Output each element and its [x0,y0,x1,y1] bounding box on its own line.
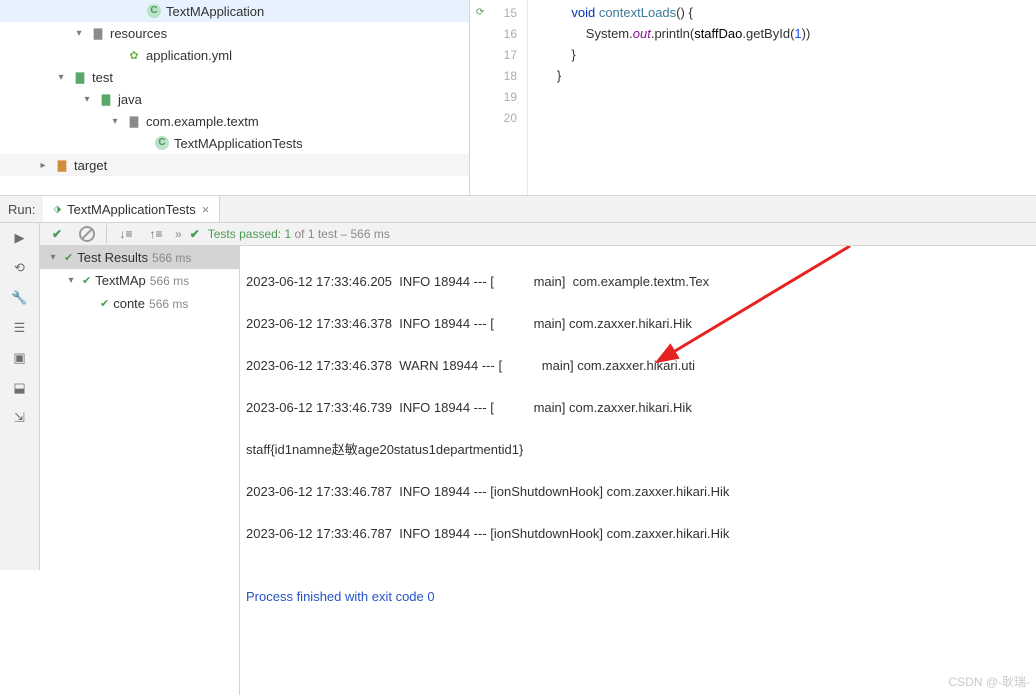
layout-icon[interactable]: ☰ [11,319,29,337]
run-label: Run: [0,202,43,217]
test-class-node[interactable]: ▾✔ TextMAp566 ms [40,269,239,292]
run-tool-header: Run: ⬗ TextMApplicationTests × [0,195,1036,223]
tree-label: resources [110,26,167,41]
sort-icon[interactable]: ↓≡ [115,223,137,245]
close-icon[interactable]: × [202,202,210,217]
test-toolbar: ✔ ↓≡ ↑≡ » ✔ Tests passed: 1 of 1 test – … [40,223,1036,246]
export-icon[interactable]: ⬓ [11,379,29,397]
class-icon: C [147,4,161,18]
test-results-root[interactable]: ▾✔ Test Results566 ms [40,246,239,269]
code-content[interactable]: void contextLoads() { System.out.println… [528,0,1036,195]
project-tree[interactable]: C TextMApplication ▾ ▇ resources ✿ applic… [0,0,470,195]
run-tab[interactable]: ⬗ TextMApplicationTests × [43,196,220,222]
folder-resources[interactable]: ▾ ▇ resources [0,22,469,44]
class-icon: C [155,136,169,150]
run-tab-label: TextMApplicationTests [67,202,196,217]
pin-icon[interactable]: ⇲ [11,409,29,427]
folder-test[interactable]: ▾ ▇ test [0,66,469,88]
code-editor[interactable]: ⟳15 16 17 18 19 20 void contextLoads() {… [470,0,1036,195]
log-line: staff{id1namne赵敏age20status1departmentid… [246,439,1030,460]
wrench-icon[interactable]: 🔧 [11,289,29,307]
rerun-icon[interactable]: ▶ [11,229,29,247]
chevron-down-icon[interactable]: ▾ [54,72,68,83]
log-line: 2023-06-12 17:33:46.205 INFO 18944 --- [… [246,271,1030,292]
run-config-icon: ⬗ [53,204,61,215]
folder-package[interactable]: ▾ ▇ com.example.textm [0,110,469,132]
file-textmapplicationtests[interactable]: C TextMApplicationTests [0,132,469,154]
folder-java[interactable]: ▾ ▇ java [0,88,469,110]
file-application-yml[interactable]: ✿ application.yml [0,44,469,66]
sort-icon-2[interactable]: ↑≡ [145,223,167,245]
tree-label: TextMApplication [166,4,264,19]
toggle-auto-icon[interactable]: ⟲ [11,259,29,277]
folder-target[interactable]: ▸ ▇ target [0,154,469,176]
show-ignored-icon[interactable] [76,223,98,245]
folder-icon: ▇ [90,25,106,41]
chevron-down-icon[interactable]: ▾ [80,94,94,105]
tree-label: test [92,70,113,85]
tree-label: application.yml [146,48,232,63]
camera-icon[interactable]: ▣ [11,349,29,367]
console-output[interactable]: 2023-06-12 17:33:46.205 INFO 18944 --- [… [240,246,1036,695]
editor-gutter: ⟳15 16 17 18 19 20 [470,0,528,195]
watermark: CSDN @-耿瑞- [948,672,1030,693]
log-line: 2023-06-12 17:33:46.787 INFO 18944 --- [… [246,523,1030,544]
folder-icon: ▇ [54,157,70,173]
folder-icon: ▇ [126,113,142,129]
chevron-down-icon[interactable]: ▾ [46,252,60,263]
test-method-node[interactable]: ✔ conte566 ms [40,292,239,315]
log-line: 2023-06-12 17:33:46.378 WARN 18944 --- [… [246,355,1030,376]
tests-summary: Tests passed: 1 [208,227,291,241]
chevron-right-icon[interactable]: ▸ [36,160,50,171]
file-textmapplication[interactable]: C TextMApplication [0,0,469,22]
folder-icon: ▇ [98,91,114,107]
chevron-down-icon[interactable]: ▾ [108,116,122,127]
tree-label: java [118,92,142,107]
test-pass-icon: ✔ [82,274,91,287]
tests-passed-icon: ✔ [190,227,200,241]
folder-icon: ▇ [72,69,88,85]
run-gutter-icon[interactable]: ⟳ [476,7,484,18]
run-sidebar: ▶ ⟲ 🔧 ☰ ▣ ⬓ ⇲ [0,223,40,570]
chevron-down-icon[interactable]: ▾ [64,275,78,286]
log-line-exit: Process finished with exit code 0 [246,586,1030,607]
test-pass-icon: ✔ [100,297,109,310]
test-results-tree[interactable]: ▾✔ Test Results566 ms ▾✔ TextMAp566 ms ✔… [40,246,240,695]
test-pass-icon: ✔ [64,251,73,264]
raquo: » [175,227,182,241]
tests-summary-dim: of 1 test – 566 ms [291,227,390,241]
show-passed-icon[interactable]: ✔ [46,223,68,245]
log-line: 2023-06-12 17:33:46.378 INFO 18944 --- [… [246,313,1030,334]
tree-label: TextMApplicationTests [174,136,303,151]
spring-icon: ✿ [126,47,142,63]
chevron-down-icon[interactable]: ▾ [72,28,86,39]
tree-label: com.example.textm [146,114,259,129]
log-line: 2023-06-12 17:33:46.739 INFO 18944 --- [… [246,397,1030,418]
log-line: 2023-06-12 17:33:46.787 INFO 18944 --- [… [246,481,1030,502]
tree-label: target [74,158,107,173]
